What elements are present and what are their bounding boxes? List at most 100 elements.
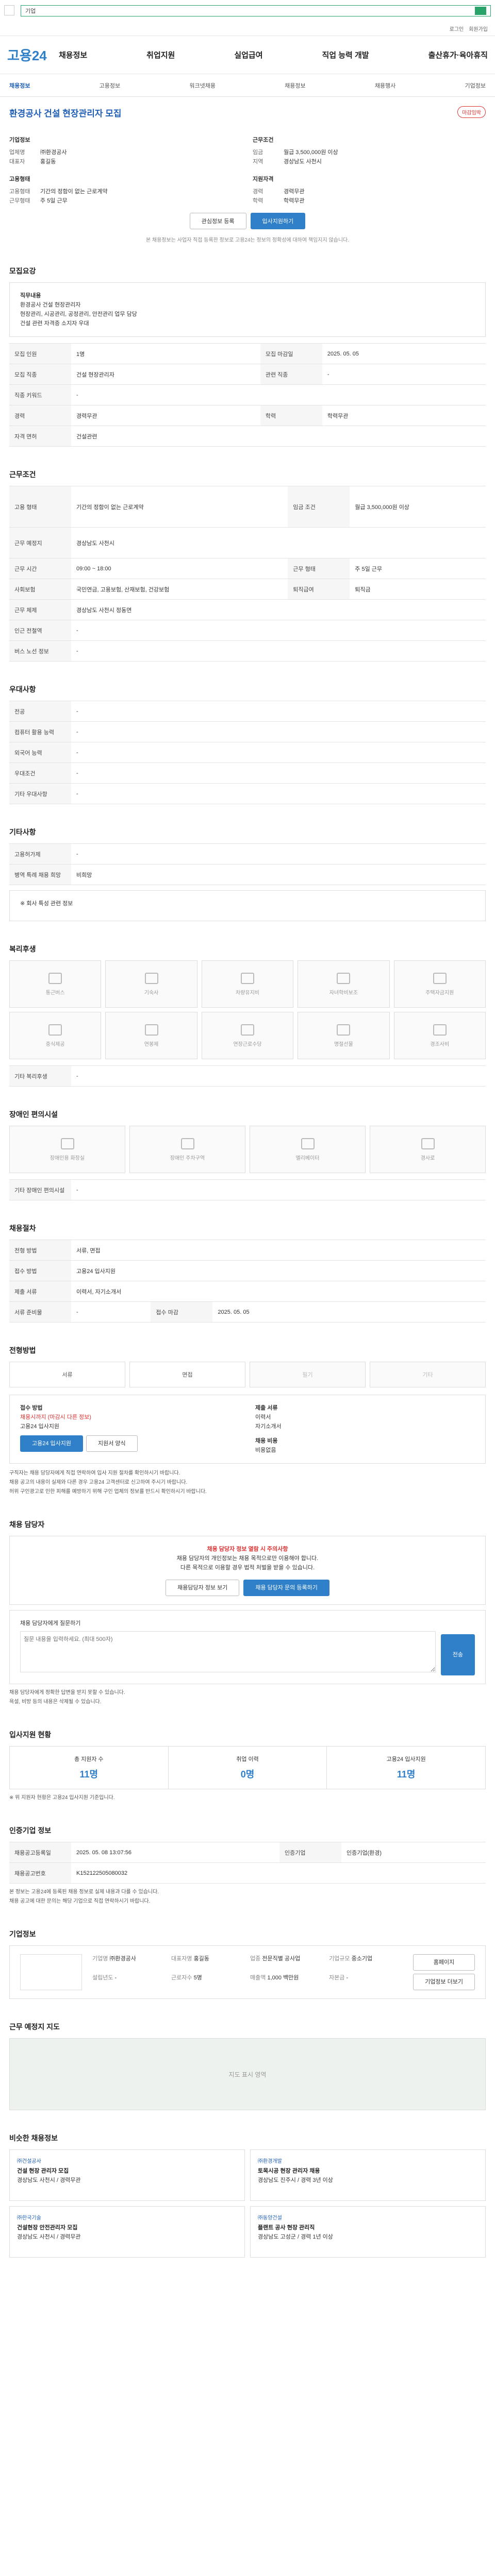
welfare-card: 경조사비 — [393, 1012, 486, 1059]
section-title: 근무 예정지 지도 — [9, 2023, 60, 2031]
online-apply-button[interactable]: 고용24 입사지원 — [20, 1435, 84, 1452]
method-item: 기타 — [370, 1362, 486, 1387]
apply-button[interactable]: 입사지원하기 — [250, 213, 306, 229]
method-bullet: 채용 공고의 내용이 실제와 다른 경우 고용24 고객센터로 신고하여 주시기… — [9, 1480, 188, 1485]
car-icon — [240, 972, 254, 984]
method-item: 서류 — [9, 1362, 125, 1387]
top-bar: 기업 로그인 회원가입 — [0, 0, 495, 36]
elevator-icon — [301, 1138, 315, 1149]
condition-table: 고용 형태 기간의 정함이 없는 근로계약 임금 조건 월급 3,500,000원 이… — [9, 486, 486, 662]
ramp-icon — [421, 1138, 435, 1149]
method-list: 서류 면접 필기 기타 — [9, 1362, 486, 1387]
subnav-item[interactable]: 워크넷채용 — [189, 81, 216, 90]
barrier-card: 장애인용 화장실 — [9, 1126, 125, 1173]
login-link[interactable]: 로그인 — [450, 25, 464, 32]
welfare-note: 기타 복리후생 - — [9, 1065, 486, 1087]
envelope-icon — [433, 1024, 447, 1036]
barrier-cards: 장애인용 화장실 장애인 주차구역 엘리베이터 경사로 — [9, 1126, 486, 1173]
welfare-card: 명절선물 — [298, 1012, 390, 1059]
reco-list: ㈜건설공사 건설 현장 관리자 모집 경상남도 사천시 / 경력무관 ㈜환경개발 토목… — [9, 2149, 486, 2258]
gift-icon — [337, 1024, 351, 1036]
map-area[interactable]: 지도 표시 영역 — [9, 2038, 486, 2110]
gnb-item[interactable]: 채용정보 — [59, 49, 87, 60]
util-links: 로그인 회원가입 — [450, 25, 488, 32]
section-title: 기업정보 — [9, 1930, 36, 1938]
question-box: 채용 담당자에게 질문하기 전송 — [9, 1610, 486, 1684]
house-icon — [144, 972, 158, 984]
welfare-card: 자녀학비보조 — [298, 960, 390, 1008]
contact-inquiry-button[interactable]: 채용 담당자 문의 등록하기 — [243, 1580, 329, 1596]
section-title: 입사지원 현황 — [9, 1731, 52, 1739]
info-table: 채용공고등록일 2025. 05. 08 13:07:56 인증기업 인증기업(환경)… — [9, 1842, 486, 1884]
condition-label: 지원자격 — [253, 176, 274, 182]
clock-icon — [240, 1024, 254, 1036]
section-title: 비슷한 채용정보 — [9, 2134, 58, 2142]
employ-label: 고용형태 — [9, 176, 30, 182]
qualification-table: 전공 - 컴퓨터 활용 능력 - 외국어 능력 - 우대조건 - 기타 우대사항 - — [9, 701, 486, 804]
reco-card[interactable]: ㈜건설공사 건설 현장 관리자 모집 경상남도 사천시 / 경력무관 — [9, 2149, 245, 2201]
job-summary: 기업정보 업체명 ㈜환경공사 대표자 홍길동 고용형태 고용형태 기간의 정함이 없는… — [9, 127, 486, 206]
subnav-item[interactable]: 고용정보 — [100, 81, 120, 90]
apply-stats: 총 지원자 수 11명 취업 이력 0명 고용24 입사지원 11명 — [9, 1746, 486, 1789]
barrier-card: 장애인 주차구역 — [129, 1126, 245, 1173]
contact-view-button[interactable]: 채용담당자 정보 보기 — [166, 1580, 240, 1596]
search-value: 기업 — [25, 8, 36, 14]
menu-icon[interactable] — [4, 5, 14, 15]
question-textarea[interactable] — [20, 1631, 436, 1672]
welfare-card: 기숙사 — [105, 960, 197, 1008]
contact-box: 채용 담당자 정보 열람 시 주의사항 채용 담당자의 개인정보는 채용 목적으… — [9, 1536, 486, 1605]
disclaimer: 본 채용정보는 사업자 직접 등록한 정보로 고용24는 정보의 정확성에 대하… — [145, 238, 350, 243]
section-title: 근무조건 — [9, 470, 36, 479]
section-title: 채용 담당자 — [9, 1520, 45, 1529]
recruit-box: 직무내용 환경공사 건설 현장관리자 현장관리, 시공관리, 공정관리, 안전관… — [9, 282, 486, 337]
section-title: 복리후생 — [9, 945, 36, 953]
welfare-card: 주택자금지원 — [393, 960, 486, 1008]
welfare-card: 차량유지비 — [201, 960, 294, 1008]
method-box: 접수 방법 채용시까지 (마감시 다른 정보) 고용24 입사지원 고용24 입… — [9, 1395, 486, 1464]
gnb-item[interactable]: 취업지원 — [146, 49, 175, 60]
search-input[interactable]: 기업 — [21, 5, 491, 16]
barrier-card: 엘리베이터 — [250, 1126, 366, 1173]
recruit-table: 모집 인원 1명 모집 마감일 2025. 05. 05 모집 직종 건설 현장관리자 관… — [9, 343, 486, 447]
salary-icon — [144, 1024, 158, 1036]
welfare-card: 중식제공 — [9, 1012, 102, 1059]
subnav-item[interactable]: 채용행사 — [375, 81, 395, 90]
scrap-button[interactable]: 관심정보 등록 — [189, 213, 246, 229]
reco-card[interactable]: ㈜동양건설 플랜트 공사 현장 관리직 경상남도 고성군 / 경력 1년 이상 — [250, 2206, 486, 2258]
search-button[interactable] — [475, 7, 486, 15]
etc-table: 고용허가제 - 병역 특례 채용 희망 비희망 — [9, 843, 486, 885]
barrier-card: 경사로 — [370, 1126, 486, 1173]
section-title: 기타사항 — [9, 828, 36, 836]
reco-card[interactable]: ㈜환경개발 토목시공 현장 관리자 채용 경상남도 진주시 / 경력 3년 이상 — [250, 2149, 486, 2201]
form-download-button[interactable]: 지원서 양식 — [86, 1435, 138, 1452]
section-title: 채용절차 — [9, 1224, 36, 1232]
sub-nav: 채용정보 고용정보 워크넷채용 채용정보 채용행사 기업정보 — [0, 74, 495, 97]
global-nav: 고용24 채용정보 취업지원 실업급여 직업 능력 개발 출산휴가·육아휴직 — [0, 36, 495, 74]
method-item: 필기 — [250, 1362, 366, 1387]
section-title: 전형방법 — [9, 1346, 36, 1354]
signup-link[interactable]: 회원가입 — [469, 25, 488, 32]
homepage-button[interactable]: 홈페이지 — [413, 1954, 475, 1971]
apply-table: 전형 방법 서류, 면접 접수 방법 고용24 입사지원 제출 서류 이력서, 자기소… — [9, 1240, 486, 1323]
etc-extra: ※ 회사 특성 관련 정보 — [9, 890, 486, 921]
deadline-badge: 마감임박 — [457, 106, 486, 118]
subnav-item[interactable]: 기업정보 — [465, 81, 485, 90]
welfare-card: 통근버스 — [9, 960, 102, 1008]
work-label: 근무조건 — [253, 137, 274, 143]
gnb-item[interactable]: 실업급여 — [234, 49, 262, 60]
company-logo — [20, 1954, 82, 1990]
subnav-item[interactable]: 채용정보 — [9, 81, 30, 90]
company-more-button[interactable]: 기업정보 더보기 — [413, 1974, 475, 1990]
meal-icon — [48, 1024, 62, 1036]
section-title: 장애인 편의시설 — [9, 1110, 58, 1118]
question-send-button[interactable]: 전송 — [440, 1634, 475, 1675]
gnb-item[interactable]: 직업 능력 개발 — [322, 49, 369, 60]
welfare-card: 연장근로수당 — [201, 1012, 294, 1059]
logo[interactable]: 고용24 — [7, 45, 59, 64]
gnb-item[interactable]: 출산휴가·육아휴직 — [428, 49, 488, 60]
toilet-icon — [60, 1138, 74, 1149]
bus-icon — [48, 972, 62, 984]
subnav-item[interactable]: 채용정보 — [285, 81, 305, 90]
reco-card[interactable]: ㈜한국기술 건설현장 안전관리자 모집 경상남도 사천시 / 경력무관 — [9, 2206, 245, 2258]
school-icon — [337, 972, 351, 984]
